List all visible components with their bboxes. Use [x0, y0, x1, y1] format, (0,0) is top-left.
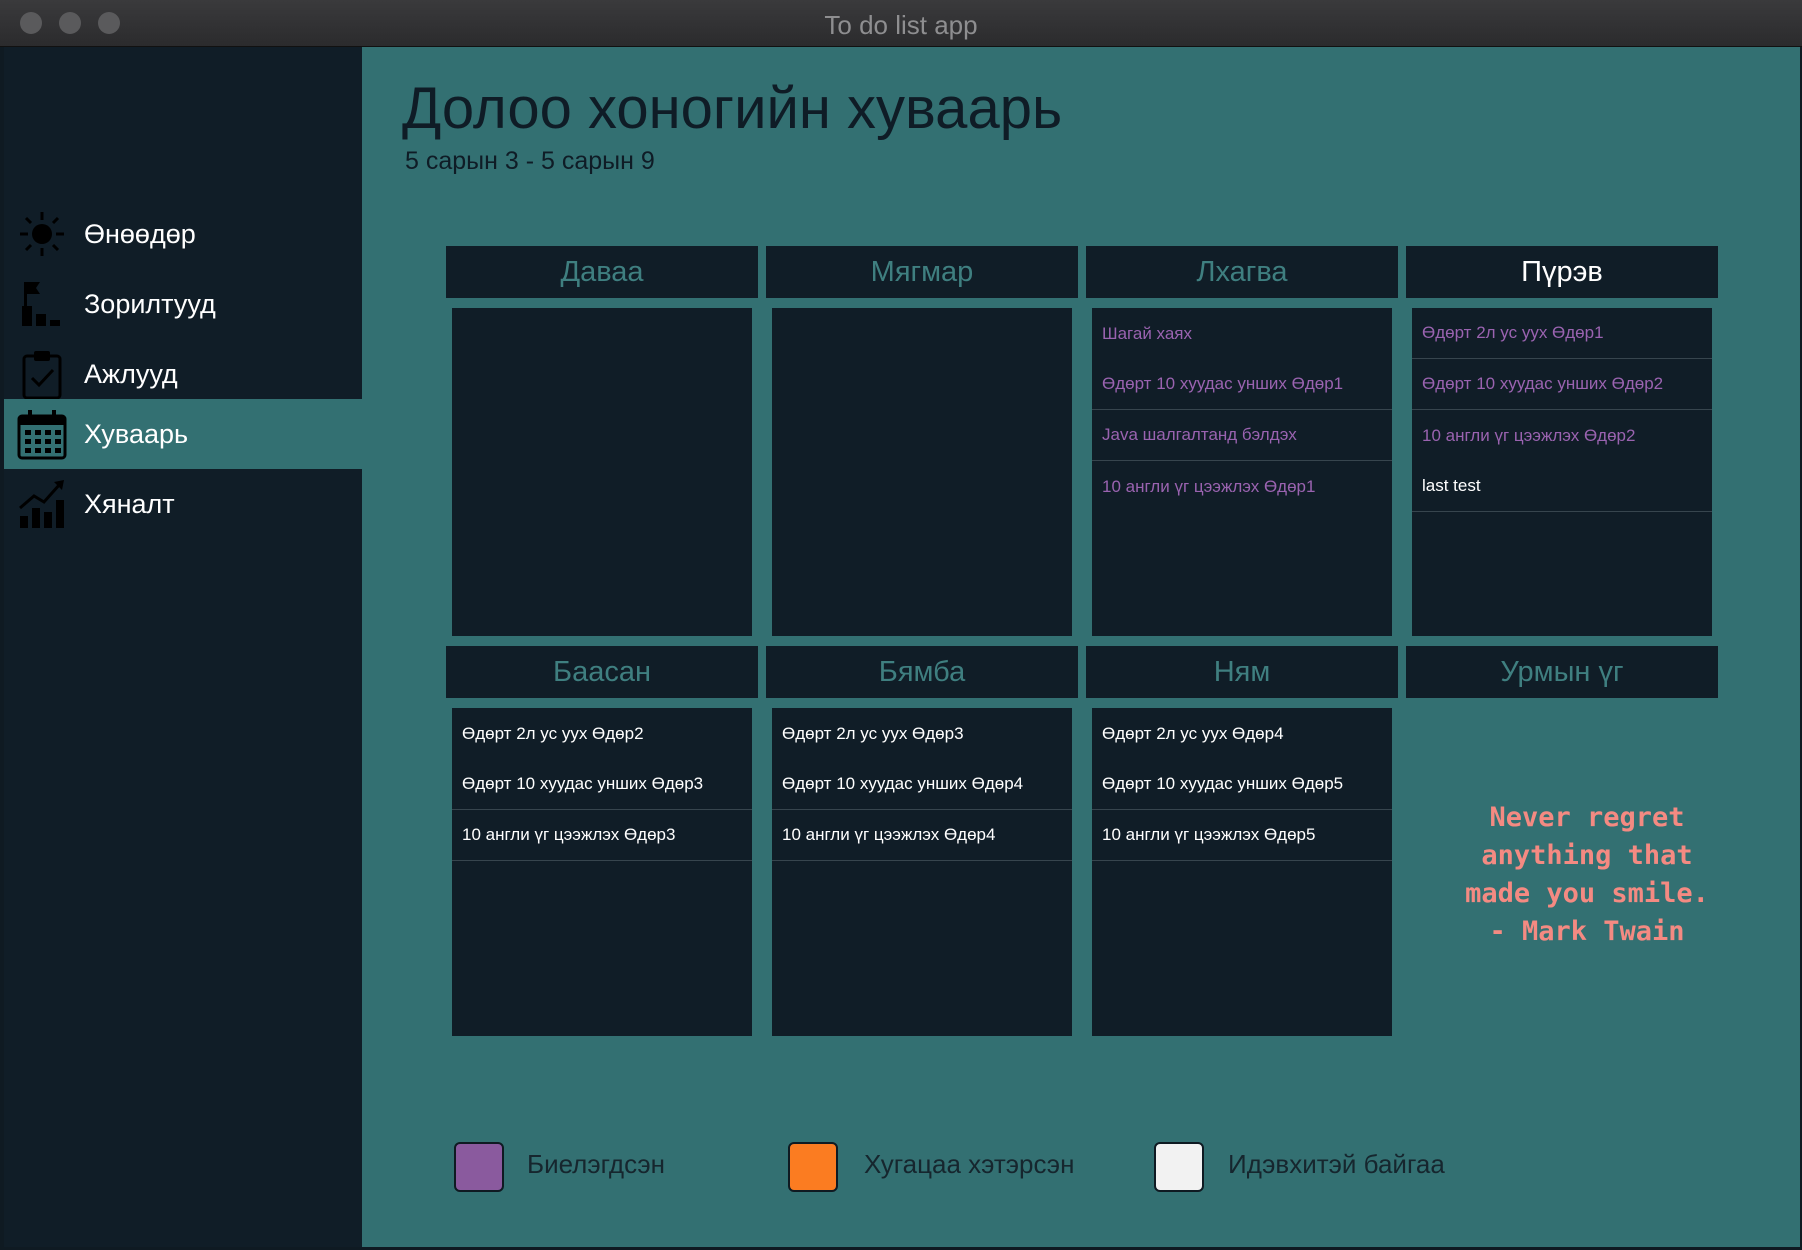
task-item[interactable]: 10 англи үг цээжлэх Өдөр1: [1092, 461, 1392, 512]
day-header-sunday: Ням: [1086, 646, 1398, 698]
window-title: To do list app: [824, 10, 978, 40]
calendar-icon: [17, 410, 67, 460]
task-item[interactable]: last test: [1412, 461, 1712, 512]
task-item[interactable]: 10 англи үг цээжлэх Өдөр3: [452, 810, 752, 861]
title-bar: To do list app: [0, 0, 1802, 47]
page-title: Долоо хоногийн хуваарь: [402, 76, 1063, 141]
legend-swatch-active: [1154, 1142, 1204, 1192]
sun-icon: [20, 212, 64, 256]
motivational-quote: Never regret anything that made you smil…: [1465, 802, 1709, 947]
sidebar-item-monitoring[interactable]: Хяналт: [4, 469, 362, 539]
day-header-friday: Баасан: [446, 646, 758, 698]
task-item[interactable]: Өдөрт 10 хуудас унших Өдөр4: [772, 759, 1072, 810]
sidebar-item-label: Хяналт: [84, 488, 175, 519]
clipboard-check-icon: [22, 351, 62, 400]
day-header-saturday: Бямба: [766, 646, 1078, 698]
legend-label-active: Идэвхитэй байгаа: [1228, 1149, 1445, 1179]
date-range: 5 сарын 3 - 5 сарын 9: [405, 147, 655, 175]
task-item[interactable]: 10 англи үг цээжлэх Өдөр4: [772, 810, 1072, 861]
sidebar-item-today[interactable]: Өнөөдөр: [4, 199, 362, 269]
day-header-tuesday: Мягмар: [766, 246, 1078, 298]
sidebar-item-goals[interactable]: Зорилтууд: [4, 269, 362, 339]
day-task-list-tuesday[interactable]: [772, 308, 1072, 636]
task-item[interactable]: Өдөрт 2л ус уух Өдөр3: [772, 708, 1072, 759]
day-task-list-saturday[interactable]: Өдөрт 2л ус уух Өдөр3 Өдөрт 10 хуудас ун…: [772, 708, 1072, 1036]
legend-swatch-overdue: [788, 1142, 838, 1192]
sidebar-item-label: Хуваарь: [84, 418, 189, 449]
task-item[interactable]: 10 англи үг цээжлэх Өдөр5: [1092, 810, 1392, 861]
task-item[interactable]: Шагай хаях: [1092, 308, 1392, 359]
task-item[interactable]: Өдөрт 2л ус уух Өдөр1: [1412, 308, 1712, 359]
legend-label-completed: Биелэгдсэн: [527, 1149, 666, 1179]
task-item[interactable]: Өдөрт 10 хуудас унших Өдөр1: [1092, 359, 1392, 410]
sidebar-item-label: Зорилтууд: [84, 288, 216, 319]
schedule-view: Долоо хоногийн хуваарь 5 сарын 3 - 5 сар…: [362, 47, 1800, 1247]
task-item[interactable]: Өдөрт 2л ус уух Өдөр2: [452, 708, 752, 759]
task-item[interactable]: Өдөрт 2л ус уух Өдөр4: [1092, 708, 1392, 759]
day-header-thursday: Пүрэв: [1406, 246, 1718, 298]
day-header-monday: Даваа: [446, 246, 758, 298]
sidebar-item-label: Өнөөдөр: [84, 218, 196, 249]
day-task-list-thursday[interactable]: Өдөрт 2л ус уух Өдөр1 Өдөрт 10 хуудас ун…: [1412, 308, 1712, 636]
task-item[interactable]: Өдөрт 10 хуудас унших Өдөр2: [1412, 359, 1712, 410]
goals-icon: [22, 282, 60, 326]
day-task-list-sunday[interactable]: Өдөрт 2л ус уух Өдөр4 Өдөрт 10 хуудас ун…: [1092, 708, 1392, 1036]
sidebar: Өнөөдөр Зорилтууд Ажлууд Хуваарь Хяналт: [4, 47, 362, 1247]
task-item[interactable]: Өдөрт 10 хуудас унших Өдөр3: [452, 759, 752, 810]
task-item[interactable]: Java шалгалтанд бэлдэх: [1092, 410, 1392, 461]
sidebar-item-schedule[interactable]: Хуваарь: [4, 399, 362, 469]
legend-swatch-completed: [454, 1142, 504, 1192]
day-task-list-wednesday[interactable]: Шагай хаях Өдөрт 10 хуудас унших Өдөр1 J…: [1092, 308, 1392, 636]
legend-label-overdue: Хугацаа хэтэрсэн: [864, 1149, 1075, 1179]
task-item[interactable]: 10 англи үг цээжлэх Өдөр2: [1412, 410, 1712, 461]
sidebar-item-label: Ажлууд: [84, 358, 178, 389]
task-item[interactable]: Өдөрт 10 хуудас унших Өдөр5: [1092, 759, 1392, 810]
day-task-list-monday[interactable]: [452, 308, 752, 636]
day-task-list-friday[interactable]: Өдөрт 2л ус уух Өдөр2 Өдөрт 10 хуудас ун…: [452, 708, 752, 1036]
quote-header: Урмын үг: [1406, 646, 1718, 698]
day-header-wednesday: Лхагва: [1086, 246, 1398, 298]
chart-growth-icon: [19, 480, 64, 528]
